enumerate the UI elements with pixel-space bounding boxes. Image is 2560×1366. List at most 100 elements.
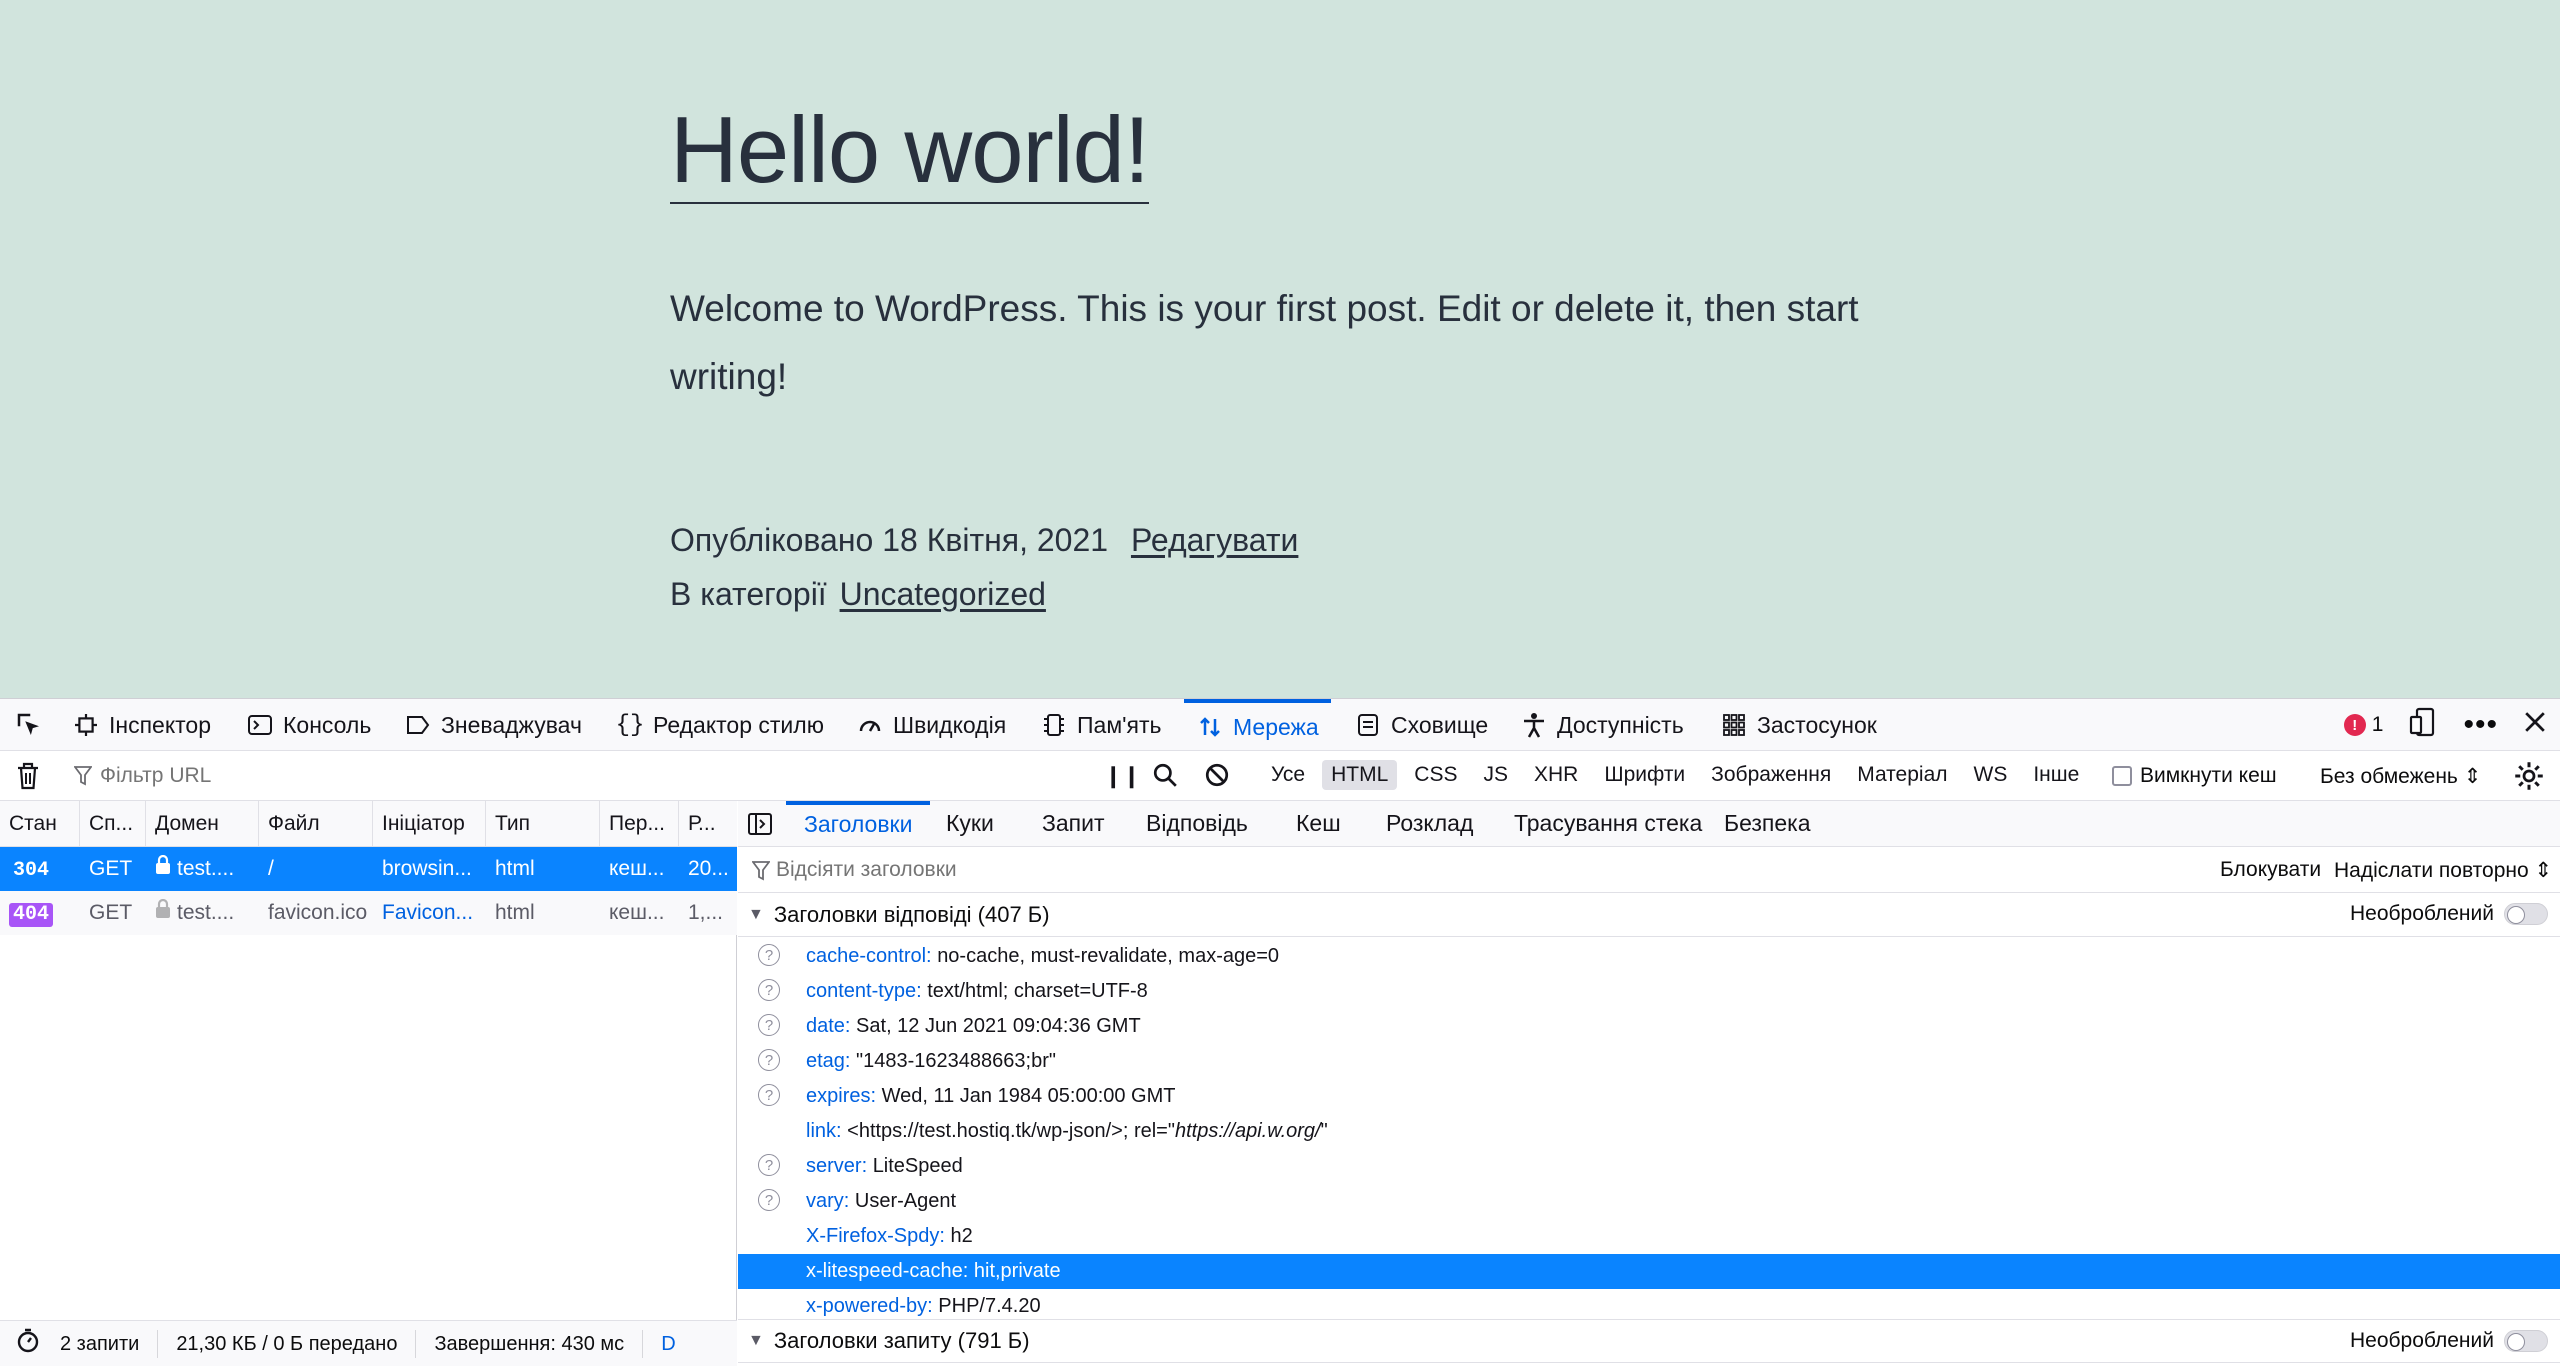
transferred-cell: кеш... <box>609 901 665 924</box>
raw-toggle[interactable]: Необроблений <box>2350 902 2548 926</box>
resend-button[interactable]: Надіслати повторно ⇕ <box>2334 858 2552 883</box>
tab-request[interactable]: Запит <box>1024 801 1123 847</box>
header-row[interactable]: ? content-type: text/html; charset=UTF-8 <box>738 974 2560 1009</box>
col-type[interactable]: Тип <box>486 801 600 847</box>
header-row[interactable]: ? vary: User-Agent <box>738 1184 2560 1219</box>
tab-label: Редактор стилю <box>653 711 824 738</box>
filter-ws[interactable]: WS <box>1965 760 2017 790</box>
more-options-icon[interactable]: ••• <box>2463 710 2498 740</box>
header-row[interactable]: ? etag: "1483-1623488663;br" <box>738 1044 2560 1079</box>
tab-stack-trace[interactable]: Трасування стека <box>1496 801 1720 847</box>
tab-performance[interactable]: Швидкодія <box>856 699 1006 751</box>
checkbox[interactable] <box>2112 766 2132 786</box>
filter-js[interactable]: JS <box>1474 760 1517 790</box>
header-value: LiteSpeed <box>872 1155 963 1177</box>
tab-storage[interactable]: Сховище <box>1354 699 1488 751</box>
help-icon[interactable]: ? <box>758 1049 780 1071</box>
filter-html[interactable]: HTML <box>1322 760 1398 790</box>
filter-css[interactable]: CSS <box>1405 760 1466 790</box>
response-headers-section[interactable]: ▼ Заголовки відповіді (407 Б) Необроблен… <box>738 893 2560 937</box>
table-row[interactable]: 404 GET test.... favicon.ico Favicon... … <box>0 891 737 935</box>
tab-memory[interactable]: Пам'ять <box>1040 699 1162 751</box>
tab-cookies[interactable]: Куки <box>928 801 1012 847</box>
help-icon[interactable]: ? <box>758 979 780 1001</box>
request-headers-section[interactable]: ▼ Заголовки запиту (791 Б) Необроблений <box>738 1319 2560 1363</box>
filter-all[interactable]: Усе <box>1262 760 1314 790</box>
header-row[interactable]: ? date: Sat, 12 Jun 2021 09:04:36 GMT <box>738 1009 2560 1044</box>
block-icon[interactable] <box>1204 762 1230 794</box>
tab-headers[interactable]: Заголовки <box>786 801 931 847</box>
post-title[interactable]: Hello world! <box>670 100 1150 204</box>
disable-cache-checkbox[interactable]: Вимкнути кеш <box>2112 764 2277 788</box>
tab-network[interactable]: Мережа <box>1184 699 1331 751</box>
header-value: <https://test.hostiq.tk/wp-json/>; rel="… <box>847 1120 1328 1142</box>
col-status[interactable]: Стан <box>0 801 80 847</box>
edit-link[interactable]: Редагувати <box>1131 522 1298 558</box>
header-row[interactable]: X-Firefox-Spdy: h2 <box>738 1219 2560 1254</box>
header-value: h2 <box>950 1225 973 1247</box>
block-button[interactable]: Блокувати <box>2220 858 2321 882</box>
header-row[interactable]: ? server: LiteSpeed <box>738 1149 2560 1184</box>
initiator-cell[interactable]: Favicon... <box>373 891 486 935</box>
tab-style-editor[interactable]: {} Редактор стилю <box>616 699 824 751</box>
toggle-switch[interactable] <box>2504 903 2548 925</box>
header-row[interactable]: x-litespeed-cache: hit,private <box>738 1254 2560 1289</box>
tab-label: Зневаджувач <box>441 711 582 738</box>
help-icon[interactable]: ? <box>758 1084 780 1106</box>
raw-label: Необроблений <box>2350 1329 2494 1352</box>
toggle-switch[interactable] <box>2504 1330 2548 1352</box>
filter-other[interactable]: Інше <box>2024 760 2088 790</box>
details-tabbar: Заголовки Куки Запит Відповідь Кеш Розкл… <box>738 801 2560 847</box>
col-size[interactable]: Р... <box>679 801 737 847</box>
table-row[interactable]: 304 GET test.... / browsin... html кеш..… <box>0 847 737 891</box>
storage-icon <box>1354 711 1382 739</box>
responsive-design-icon[interactable] <box>2409 707 2437 743</box>
col-file[interactable]: Файл <box>259 801 373 847</box>
tab-response[interactable]: Відповідь <box>1128 801 1266 847</box>
toggle-sidebar-icon[interactable] <box>748 813 772 841</box>
throttling-select[interactable]: Без обмежень ⇕ <box>2320 764 2481 789</box>
raw-toggle[interactable]: Необроблений <box>2350 1329 2548 1353</box>
help-icon[interactable]: ? <box>758 1014 780 1036</box>
url-filter-input[interactable] <box>100 761 1100 791</box>
tab-application[interactable]: Застосунок <box>1720 699 1877 751</box>
search-icon[interactable] <box>1152 762 1178 794</box>
gear-icon[interactable] <box>2514 761 2544 797</box>
tab-cache[interactable]: Кеш <box>1278 801 1359 847</box>
tab-security[interactable]: Безпека <box>1706 801 1829 847</box>
col-transferred[interactable]: Пер... <box>600 801 679 847</box>
tab-accessibility[interactable]: Доступність <box>1520 699 1684 751</box>
filter-media[interactable]: Матеріал <box>1848 760 1956 790</box>
request-count: 2 запити <box>50 1330 159 1358</box>
help-icon[interactable]: ? <box>758 944 780 966</box>
filter-images[interactable]: Зображення <box>1702 760 1840 790</box>
filter-fonts[interactable]: Шрифти <box>1595 760 1694 790</box>
col-domain[interactable]: Домен <box>146 801 259 847</box>
help-icon[interactable]: ? <box>758 1154 780 1176</box>
category-link[interactable]: Uncategorized <box>840 576 1046 612</box>
tab-debugger[interactable]: Зневаджувач <box>404 699 582 751</box>
help-icon[interactable]: ? <box>758 1189 780 1211</box>
tab-label: Сховище <box>1391 711 1489 738</box>
request-table-header: Стан Сп... Домен Файл Ініціатор Тип Пер.… <box>0 801 737 847</box>
header-name: expires: <box>806 1085 877 1107</box>
close-icon[interactable] <box>2524 711 2546 739</box>
col-method[interactable]: Сп... <box>80 801 146 847</box>
tab-timings[interactable]: Розклад <box>1368 801 1491 847</box>
col-initiator[interactable]: Ініціатор <box>373 801 486 847</box>
header-row[interactable]: ? cache-control: no-cache, must-revalidat… <box>738 939 2560 974</box>
header-row[interactable]: link: <https://test.hostiq.tk/wp-json/>;… <box>738 1114 2560 1149</box>
tab-label: Застосунок <box>1757 711 1877 738</box>
tab-console[interactable]: Консоль <box>246 699 371 751</box>
filter-xhr[interactable]: XHR <box>1525 760 1587 790</box>
stopwatch-icon[interactable] <box>0 1328 50 1360</box>
tab-inspector[interactable]: Інспектор <box>72 699 211 751</box>
trash-icon[interactable] <box>16 762 40 796</box>
pause-icon[interactable]: ❙❙ <box>1104 763 1141 789</box>
element-picker-icon[interactable] <box>14 699 44 751</box>
headers-filter-input[interactable] <box>776 855 1576 885</box>
console-icon <box>246 711 274 739</box>
header-name: X-Firefox-Spdy: <box>806 1225 945 1247</box>
error-counter[interactable]: ! 1 <box>2343 713 2383 737</box>
header-row[interactable]: ? expires: Wed, 11 Jan 1984 05:00:00 GMT <box>738 1079 2560 1114</box>
